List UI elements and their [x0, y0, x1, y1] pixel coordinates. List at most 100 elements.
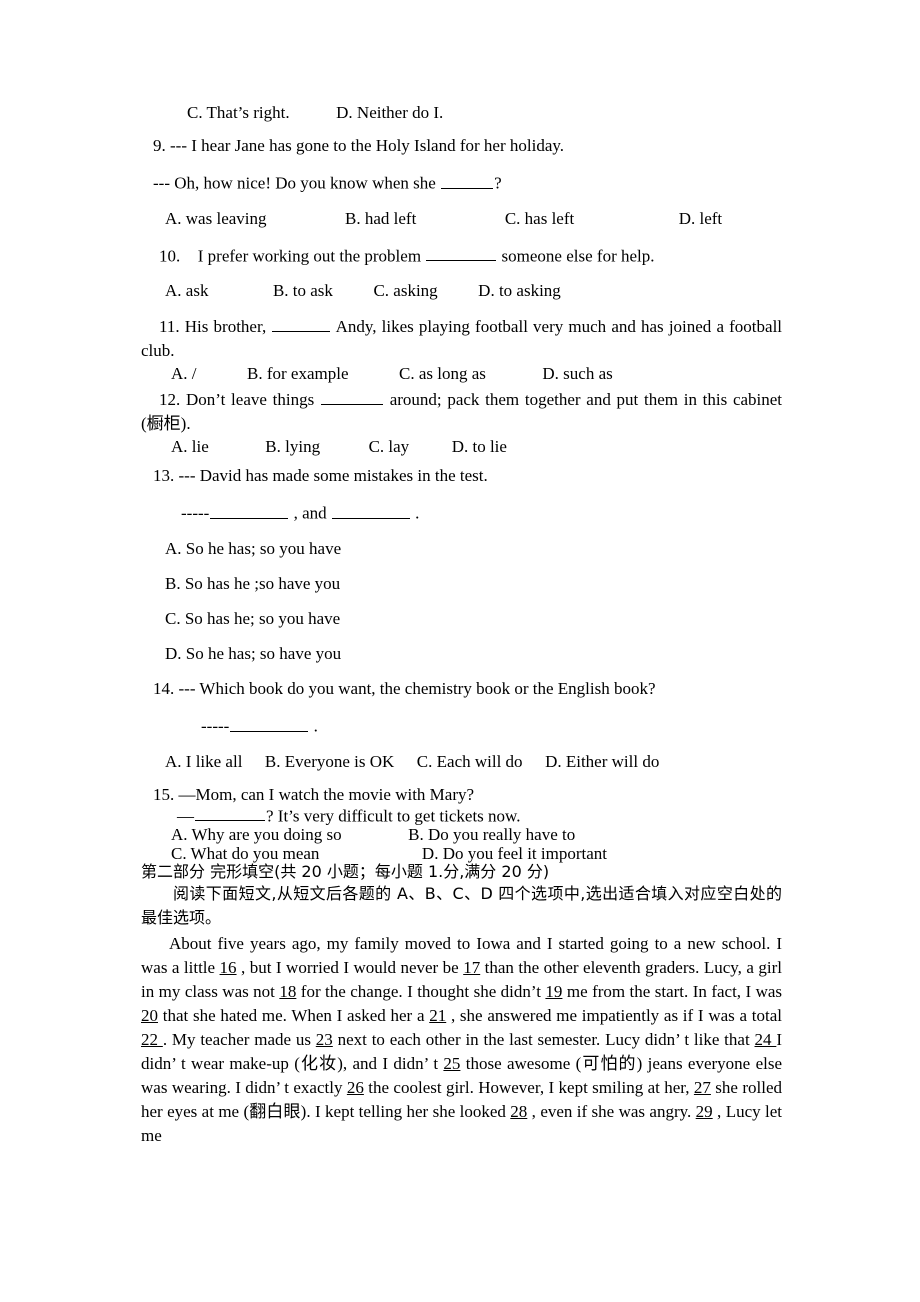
option-c: C. What do you mean — [171, 844, 320, 864]
question-13-option-b: B. So has he ;so have you — [141, 575, 782, 592]
cloze-blank-number: 19 — [545, 982, 563, 1002]
question-9-number: 9. — [153, 136, 166, 155]
question-15-options-row-2: C. What do you mean D. Do you feel it im… — [141, 845, 782, 862]
option-b: B. So has he ;so have you — [165, 573, 341, 593]
option-d: D. left — [678, 208, 723, 228]
cloze-blank-number: 26 — [346, 1078, 364, 1098]
question-13-stem: 13. --- David has made some mistakes in … — [141, 467, 782, 484]
answer-blank — [426, 245, 497, 262]
page-body: C. That’s right. D. Neither do I. 9. ---… — [141, 104, 782, 1148]
cloze-blank-number: 29 — [695, 1102, 713, 1122]
question-15-stem: 15. —Mom, can I watch the movie with Mar… — [141, 786, 782, 803]
cloze-blank-number: 28 — [510, 1102, 528, 1122]
question-10-stem-post: someone else for help. — [501, 246, 655, 266]
option-d: D. Either will do — [545, 751, 660, 771]
option-d: D. Neither do I. — [336, 103, 444, 122]
answer-end: . — [313, 716, 318, 736]
cloze-blank-number: 18 — [279, 982, 297, 1002]
reply-dash: — — [177, 806, 194, 826]
passage-text: , she answered me impatiently as if I wa… — [446, 1006, 782, 1026]
cloze-blank-number: 20 — [141, 1006, 158, 1026]
option-a: A. I like all — [165, 751, 243, 771]
passage-text: that she hated me. When I asked her a — [158, 1006, 430, 1026]
question-11-stem: 11. His brother, Andy, likes playing foo… — [141, 315, 782, 362]
option-a: A. Why are you doing so — [171, 825, 342, 845]
passage-text: , even if she was angry. — [527, 1102, 696, 1122]
question-11-number: 11. — [159, 317, 180, 337]
question-15-options-row-1: A. Why are you doing so B. Do you really… — [141, 826, 782, 843]
question-9-stem-line-1: 9. --- I hear Jane has gone to the Holy … — [141, 137, 782, 154]
answer-blank — [441, 172, 494, 189]
option-a: A. / — [171, 364, 197, 384]
part-two-instruction: 阅读下面短文,从短文后各题的 A、B、C、D 四个选项中,选出适合填入对应空白处… — [141, 884, 782, 928]
passage-text: . My teacher made us — [162, 1030, 316, 1050]
answer-mid: , and — [293, 503, 327, 523]
cloze-passage: About five years ago, my family moved to… — [141, 932, 782, 1148]
answer-end: . — [415, 503, 420, 523]
option-a: A. lie — [171, 437, 209, 457]
question-10-options-row: A. ask B. to ask C. asking D. to asking — [141, 282, 782, 299]
option-c: C. lay — [368, 437, 410, 457]
option-c: C. has left — [504, 208, 575, 228]
option-b: B. lying — [265, 437, 321, 457]
exam-page: C. That’s right. D. Neither do I. 9. ---… — [0, 0, 920, 1302]
option-c: C. asking — [373, 281, 438, 301]
question-14-answer-line: ----- . — [141, 715, 782, 735]
question-8-options-row: C. That’s right. D. Neither do I. — [141, 104, 782, 121]
question-13-number: 13. — [153, 466, 175, 486]
answer-blank — [331, 502, 410, 519]
question-11-options-row: A. / B. for example C. as long as D. suc… — [141, 365, 782, 382]
question-10-stem: 10. I prefer working out the problem som… — [141, 245, 782, 266]
passage-text: next to each other in the last semester.… — [332, 1030, 755, 1050]
question-15-number: 15. — [153, 784, 175, 804]
answer-blank — [272, 316, 331, 333]
answer-blank — [320, 389, 383, 406]
cloze-blank-number: 24 — [754, 1030, 777, 1050]
option-b: B. Everyone is OK — [264, 751, 395, 771]
reply-tail: ? It’s very difficult to get tickets now… — [266, 806, 521, 826]
part-two-heading: 第二部分 完形填空(共 20 小题；每小题 1.分,满分 20 分) — [141, 862, 550, 882]
question-9-stem-tail: ? — [494, 173, 502, 193]
question-13-option-c: C. So has he; so you have — [141, 610, 782, 627]
question-12-options-row: A. lie B. lying C. lay D. to lie — [141, 438, 782, 455]
question-9-stem-a: --- I hear Jane has gone to the Holy Isl… — [170, 136, 565, 155]
question-12-number: 12. — [159, 390, 181, 410]
passage-text: me from the start. In fact, I was — [562, 982, 783, 1002]
question-15-reply-line: — ? It’s very difficult to get tickets no… — [141, 805, 782, 826]
question-13-option-d: D. So he has; so have you — [141, 645, 782, 662]
option-c: C. That’s right. — [187, 103, 290, 122]
answer-blank — [210, 502, 289, 519]
question-14-number: 14. — [153, 678, 175, 698]
option-a: A. So he has; so you have — [165, 538, 342, 558]
option-b: B. for example — [247, 364, 349, 384]
option-d: D. So he has; so have you — [165, 643, 342, 663]
passage-text: the coolest girl. However, I kept smilin… — [363, 1078, 694, 1098]
passage-text: , but I worried I would never be — [236, 958, 464, 978]
question-10-stem-pre: I prefer working out the problem — [197, 246, 422, 266]
option-c: C. as long as — [399, 364, 486, 384]
option-a: A. ask — [165, 281, 209, 301]
dash-lead: ----- — [181, 503, 210, 523]
cloze-blank-number: 27 — [693, 1078, 711, 1098]
question-10-number: 10. — [159, 246, 181, 266]
cloze-blank-number: 21 — [429, 1006, 447, 1026]
option-d: D. Do you feel it important — [421, 844, 607, 864]
dash-lead: ----- — [201, 716, 230, 736]
cloze-blank-number: 25 — [443, 1054, 461, 1074]
question-15-stem-a: —Mom, can I watch the movie with Mary? — [178, 784, 475, 804]
question-9-stem-b: --- Oh, how nice! Do you know when she — [153, 173, 436, 193]
answer-blank — [230, 715, 309, 732]
question-9-options-row: A. was leaving B. had left C. has left D… — [141, 210, 782, 227]
question-14-stem: 14. --- Which book do you want, the chem… — [141, 680, 782, 697]
option-d: D. such as — [542, 364, 613, 384]
option-b: B. had left — [345, 208, 417, 228]
question-13-stem-a: --- David has made some mistakes in the … — [178, 466, 488, 486]
question-12-stem-pre: Don’t leave things — [185, 390, 315, 410]
option-c: C. Each will do — [416, 751, 523, 771]
question-9-stem-line-2: --- Oh, how nice! Do you know when she ? — [141, 172, 782, 192]
answer-blank — [195, 805, 265, 822]
option-d: D. to lie — [451, 437, 507, 457]
question-11-stem-pre: His brother, — [184, 317, 267, 337]
question-14-options-row: A. I like all B. Everyone is OK C. Each … — [141, 753, 782, 770]
question-12-stem: 12. Don’t leave things around; pack them… — [141, 388, 782, 435]
